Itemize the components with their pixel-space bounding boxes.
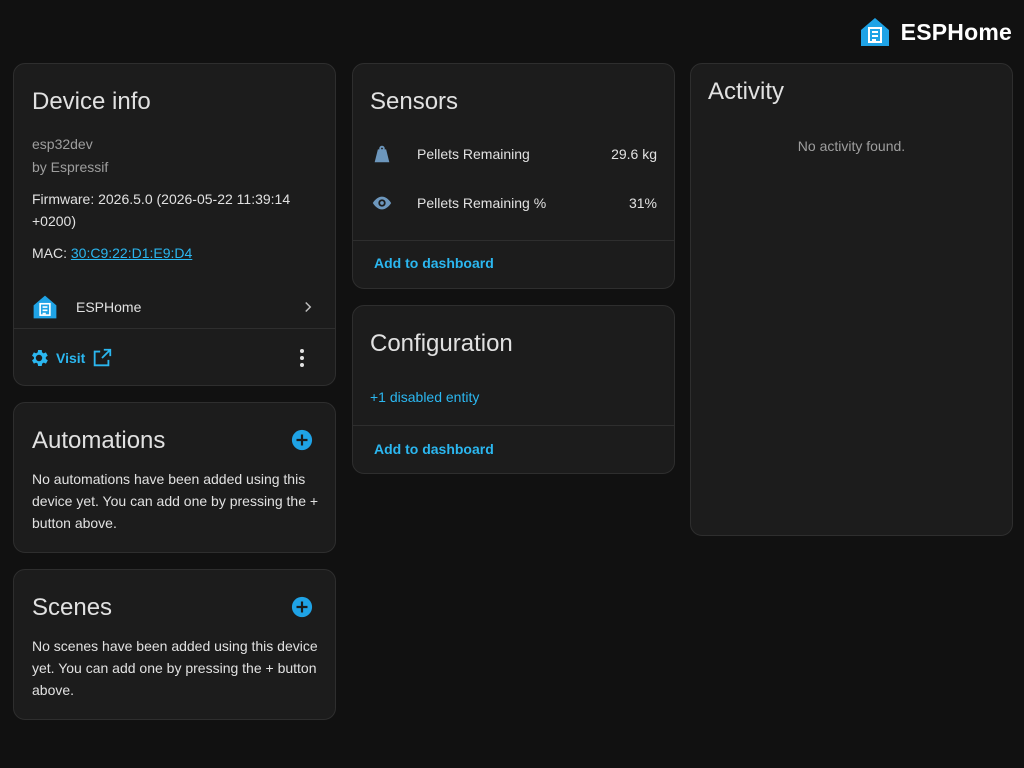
disabled-entities-link[interactable]: +1 disabled entity [370, 389, 479, 405]
activity-empty-text: No activity found. [797, 138, 906, 154]
sensor-row-pellets-remaining[interactable]: Pellets Remaining 29.6 kg [353, 134, 674, 174]
plus-circle-icon [291, 596, 313, 618]
sensor-row-pellets-remaining-percent[interactable]: Pellets Remaining % 31% [353, 183, 674, 223]
divider [353, 425, 674, 426]
activity-title: Activity [708, 78, 785, 105]
automations-card: Automations No automations have been add… [13, 402, 336, 553]
scenes-empty-text: No scenes have been added using this dev… [32, 638, 318, 698]
plus-circle-icon [291, 429, 313, 451]
device-info-title: Device info [32, 88, 151, 115]
weight-icon [371, 143, 393, 165]
sensors-title: Sensors [370, 88, 459, 115]
esphome-integration-icon [32, 294, 58, 320]
brand-name: ESPHome [900, 18, 1012, 45]
integration-label: ESPHome [76, 299, 142, 315]
open-in-new-icon [91, 347, 113, 369]
scenes-card: Scenes No scenes have been added using t… [13, 569, 336, 720]
mac-address-row: MAC: 30:C9:22:D1:E9:D4 [32, 242, 192, 264]
device-actions: Visit [14, 329, 335, 385]
sensors-card: Sensors Pellets Remaining 29.6 kg Pellet… [352, 63, 675, 289]
scenes-title: Scenes [32, 594, 113, 621]
configuration-add-to-dashboard-button[interactable]: Add to dashboard [374, 441, 494, 457]
sensor-label: Pellets Remaining [417, 146, 530, 162]
sensors-add-to-dashboard-button[interactable]: Add to dashboard [374, 255, 494, 271]
chevron-right-icon [299, 298, 317, 316]
mac-address-link[interactable]: 30:C9:22:D1:E9:D4 [71, 245, 192, 261]
firmware-version: Firmware: 2026.5.0 (2026-05-22 11:39:14 … [32, 191, 291, 229]
device-manufacturer: by Espressif [32, 159, 109, 175]
visit-button[interactable]: Visit [28, 347, 113, 369]
add-scene-button[interactable] [291, 596, 313, 618]
esphome-logo-icon [859, 16, 891, 48]
eye-icon [371, 192, 393, 214]
mac-label: MAC: [32, 245, 71, 261]
divider [353, 240, 674, 241]
sensor-value: 29.6 kg [611, 146, 657, 162]
more-options-button[interactable] [299, 348, 305, 368]
sensor-label: Pellets Remaining % [417, 195, 547, 211]
automations-title: Automations [32, 427, 166, 454]
esphome-brand: ESPHome [859, 16, 1012, 48]
add-automation-button[interactable] [291, 429, 313, 451]
gear-icon [28, 347, 50, 369]
visit-label: Visit [56, 350, 86, 366]
activity-card: Activity No activity found. [690, 63, 1013, 536]
sensor-value: 31% [628, 195, 657, 211]
configuration-title: Configuration [370, 330, 513, 357]
device-model: esp32dev [32, 136, 93, 152]
device-info-card: Device info esp32dev by Espressif Firmwa… [13, 63, 336, 386]
integration-row-esphome[interactable]: ESPHome [14, 286, 335, 328]
dots-vertical-icon [299, 348, 305, 368]
automations-empty-text: No automations have been added using thi… [32, 471, 319, 531]
configuration-card: Configuration +1 disabled entity Add to … [352, 305, 675, 474]
